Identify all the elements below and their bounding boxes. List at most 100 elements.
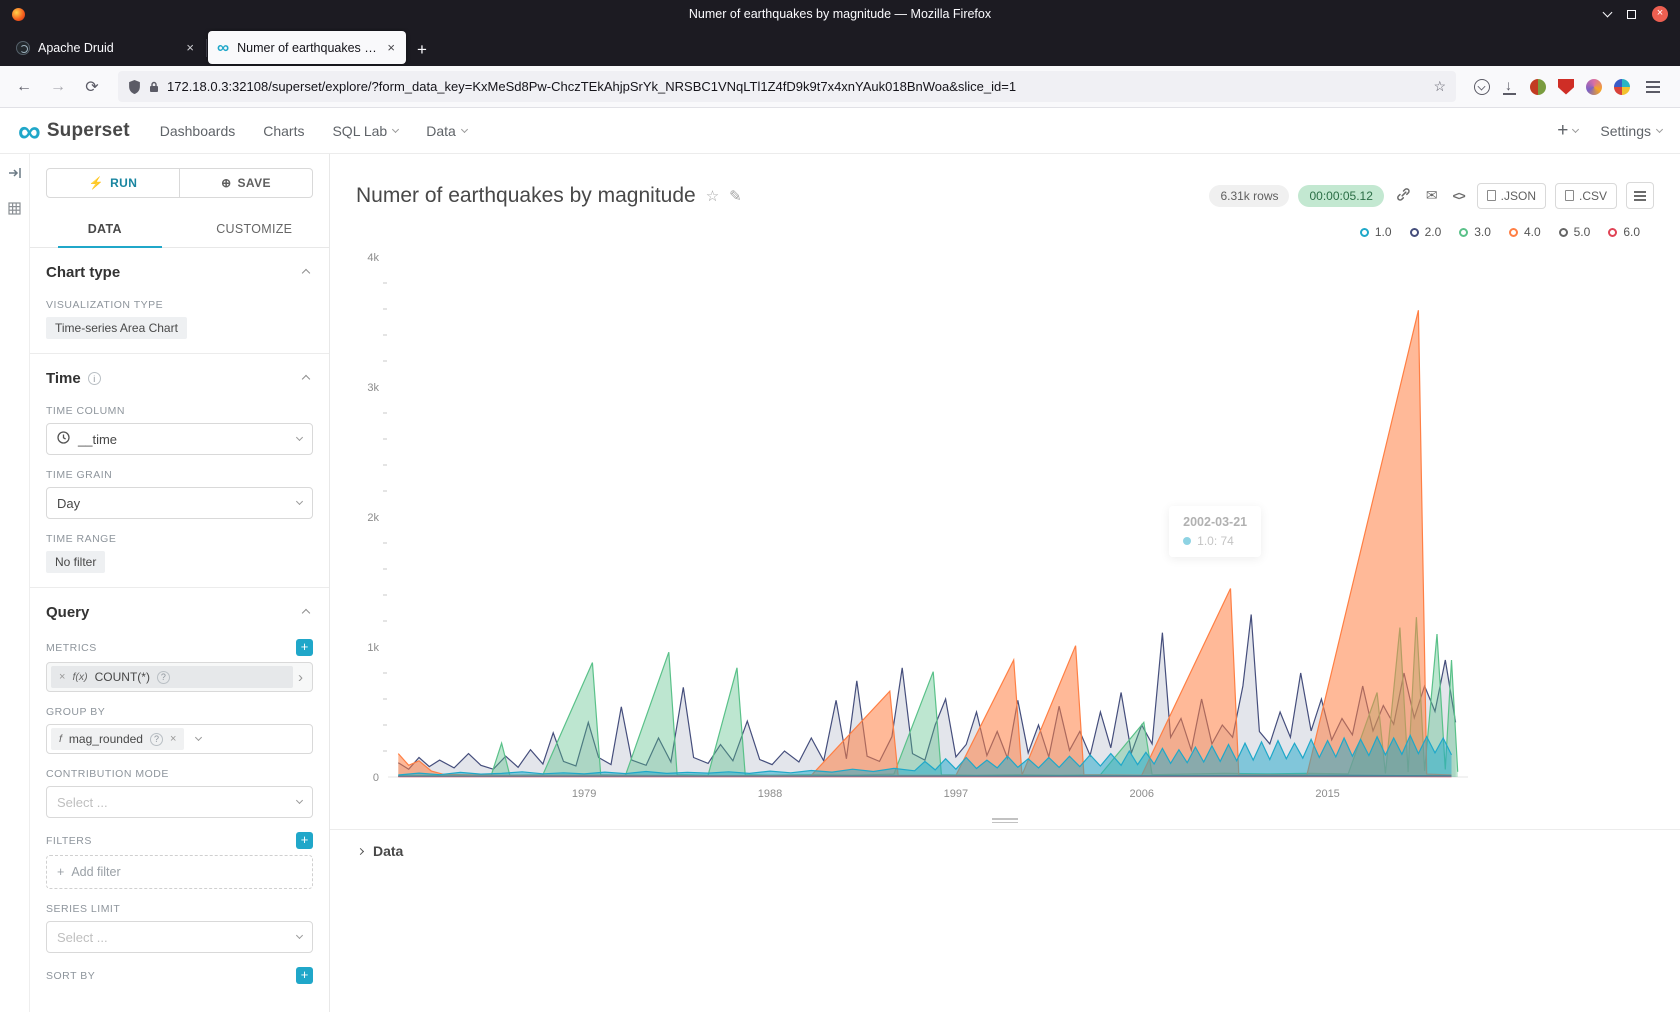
pocket-icon[interactable] — [1474, 79, 1490, 95]
panel-resize-handle[interactable] — [330, 814, 1680, 829]
nav-sql-lab[interactable]: SQL Lab — [332, 123, 398, 139]
nav-data[interactable]: Data — [426, 123, 467, 139]
window-maximize-button[interactable] — [1627, 10, 1636, 19]
legend-item-4.0[interactable]: 4.0 — [1509, 225, 1541, 239]
favorite-star-icon[interactable]: ☆ — [706, 187, 719, 205]
series-limit-select[interactable]: Select ... — [46, 921, 313, 953]
forward-button[interactable]: → — [44, 78, 72, 96]
collapse-panel-icon[interactable] — [8, 166, 22, 184]
metric-control[interactable]: × f(x) COUNT(*) ? › — [46, 662, 313, 692]
tab-apache-druid[interactable]: Apache Druid × — [7, 31, 205, 64]
export-csv-button[interactable]: .CSV — [1555, 183, 1617, 209]
legend-ring-icon — [1410, 228, 1419, 237]
nav-dashboards[interactable]: Dashboards — [160, 123, 236, 139]
help-icon[interactable]: ? — [150, 733, 163, 746]
back-button[interactable]: ← — [10, 78, 38, 96]
viz-type-tag[interactable]: Time-series Area Chart — [46, 317, 187, 339]
extension-pinwheel-icon[interactable] — [1614, 79, 1630, 95]
chevron-right-icon[interactable]: › — [293, 669, 308, 686]
metric-chip[interactable]: × f(x) COUNT(*) ? — [51, 666, 293, 688]
datasource-grid-icon[interactable] — [8, 202, 21, 220]
reload-button[interactable]: ⟳ — [78, 77, 106, 97]
sort-by-label: SORT BY — [46, 970, 95, 982]
lock-icon[interactable] — [149, 81, 159, 93]
save-icon: ⊕ — [221, 176, 231, 190]
timeseries-chart[interactable]: 01k2k3k4k19791988199720062015 — [352, 243, 1482, 809]
legend-item-6.0[interactable]: 6.0 — [1608, 225, 1640, 239]
tab-superset-explore[interactable]: ∞ Numer of earthquakes by … × — [208, 31, 406, 64]
active-tab-indicator — [58, 246, 162, 248]
window-minimize-button[interactable] — [1603, 8, 1613, 18]
superset-logo-icon[interactable]: ∞ — [18, 116, 41, 146]
account-avatar-icon[interactable] — [1586, 79, 1602, 95]
time-section-header[interactable]: Timei — [46, 354, 313, 391]
add-metric-button[interactable]: + — [296, 639, 313, 656]
window-close-button[interactable]: × — [1652, 6, 1668, 22]
file-icon — [1487, 190, 1496, 201]
plus-icon: + — [57, 865, 64, 879]
url-bar[interactable]: 172.18.0.3:32108/superset/explore/?form_… — [118, 71, 1456, 102]
export-json-button[interactable]: .JSON — [1477, 183, 1546, 209]
downloads-icon[interactable] — [1502, 79, 1518, 95]
contribution-mode-select[interactable]: Select ... — [46, 786, 313, 818]
panel-tabs: DATA CUSTOMIZE — [30, 210, 329, 248]
time-range-label: TIME RANGE — [46, 533, 313, 545]
row-count-badge: 6.31k rows — [1209, 185, 1289, 207]
chart-control-panel: ⚡ RUN ⊕ SAVE DATA CUSTOMIZE Chart type V… — [30, 154, 330, 1012]
edit-title-icon[interactable]: ✎ — [729, 187, 742, 205]
time-range-tag[interactable]: No filter — [46, 551, 105, 573]
add-sort-by-button[interactable]: + — [296, 967, 313, 984]
settings-menu[interactable]: Settings — [1600, 123, 1662, 139]
druid-favicon — [16, 41, 30, 55]
chevron-up-icon — [302, 374, 310, 382]
tracking-protection-shield-icon[interactable] — [128, 80, 141, 94]
remove-group-by-icon[interactable]: × — [170, 733, 176, 745]
ublock-icon[interactable] — [1558, 79, 1574, 95]
help-icon[interactable]: ? — [157, 671, 170, 684]
chart-menu-button[interactable] — [1626, 182, 1654, 209]
time-column-select[interactable]: __time — [46, 423, 313, 455]
function-icon: f(x) — [72, 671, 87, 683]
firefox-menu-icon[interactable] — [1646, 86, 1660, 88]
legend-item-1.0[interactable]: 1.0 — [1360, 225, 1392, 239]
add-filter-plus-button[interactable]: + — [296, 832, 313, 849]
legend-item-3.0[interactable]: 3.0 — [1459, 225, 1491, 239]
copy-link-icon[interactable] — [1393, 187, 1414, 205]
browser-window: Numer of earthquakes by magnitude — Mozi… — [0, 0, 1680, 1012]
extension-icon[interactable] — [1530, 79, 1546, 95]
series-limit-label: SERIES LIMIT — [46, 903, 313, 915]
add-filter-dropzone[interactable]: + Add filter — [46, 855, 313, 889]
tab-data[interactable]: DATA — [30, 210, 180, 247]
bookmark-star-icon[interactable]: ☆ — [1433, 78, 1446, 95]
data-panel-toggle[interactable]: Data — [330, 829, 1680, 872]
clock-icon — [57, 431, 70, 447]
group-by-chip[interactable]: f mag_rounded ? × — [51, 728, 184, 750]
add-new-button[interactable]: + — [1557, 120, 1578, 142]
query-section-header[interactable]: Query — [46, 588, 313, 625]
chevron-up-icon — [302, 268, 310, 276]
group-by-select[interactable]: f mag_rounded ? × — [46, 724, 313, 754]
chevron-down-icon — [195, 734, 202, 741]
chevron-down-icon — [296, 434, 303, 441]
time-grain-select[interactable]: Day — [46, 487, 313, 519]
nav-charts[interactable]: Charts — [263, 123, 304, 139]
legend-item-5.0[interactable]: 5.0 — [1559, 225, 1591, 239]
remove-metric-icon[interactable]: × — [59, 671, 65, 683]
svg-text:1988: 1988 — [758, 788, 782, 800]
svg-text:3k: 3k — [367, 382, 379, 394]
chart-type-section-header[interactable]: Chart type — [46, 248, 313, 285]
run-button[interactable]: ⚡ RUN — [46, 168, 180, 198]
embed-code-icon[interactable]: <> — [1450, 189, 1468, 203]
query-timer-badge: 00:00:05.12 — [1298, 185, 1383, 207]
main-nav: Dashboards Charts SQL Lab Data — [160, 123, 467, 139]
legend-item-2.0[interactable]: 2.0 — [1410, 225, 1442, 239]
superset-brand[interactable]: Superset — [47, 120, 130, 142]
email-icon[interactable]: ✉ — [1423, 187, 1441, 204]
tab-customize[interactable]: CUSTOMIZE — [180, 210, 330, 247]
tab-close-icon[interactable]: × — [184, 40, 196, 55]
new-tab-button[interactable]: + — [407, 40, 437, 66]
chevron-down-icon — [1656, 125, 1663, 132]
save-button[interactable]: ⊕ SAVE — [180, 168, 313, 198]
url-text[interactable]: 172.18.0.3:32108/superset/explore/?form_… — [167, 79, 1425, 94]
tab-close-icon[interactable]: × — [385, 40, 397, 55]
